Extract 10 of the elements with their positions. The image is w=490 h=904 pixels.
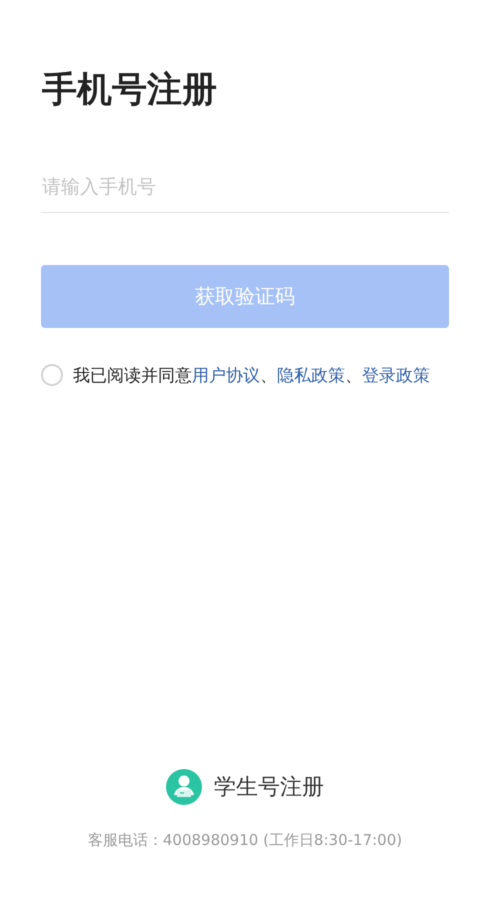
hotline-text: 客服电话：4008980910 (工作日8:30-17:00) xyxy=(86,831,404,850)
phone-input-field[interactable]: 请输入手机号 xyxy=(41,176,449,213)
policy-link[interactable]: 登录政策 xyxy=(362,366,430,386)
student-icon[interactable] xyxy=(166,769,202,805)
student-register-link[interactable]: 学生号注册 xyxy=(214,772,324,802)
agreement-text: 我已阅读并同意用户协议、隐私政策、登录政策 xyxy=(73,365,430,388)
page-title: 手机号注册 xyxy=(42,69,218,112)
policy-link[interactable]: 用户协议 xyxy=(192,366,260,386)
agree-checkbox[interactable] xyxy=(41,364,63,386)
policy-link[interactable]: 隐私政策 xyxy=(277,366,345,386)
